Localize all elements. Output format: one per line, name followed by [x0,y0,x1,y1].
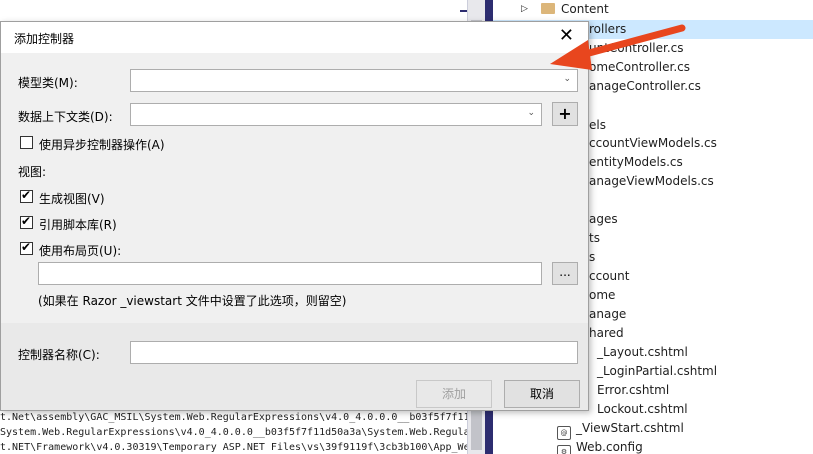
tree-item-file[interactable]: _Layout.cshtml [597,343,688,362]
async-label: 使用异步控制器操作(A) [39,138,165,152]
model-class-combo[interactable]: ⌄ [130,69,578,92]
annotation-arrow-icon [550,24,686,70]
add-data-context-button[interactable]: + [552,102,578,126]
output-line: t.NET\Framework\v4.0.30319\Temporary ASP… [0,442,470,453]
use-layout-checkbox[interactable] [20,240,33,255]
expand-arrow-icon[interactable]: ▷ [521,0,528,19]
output-line: System.Web.RegularExpressions\v4.0_4.0.0… [0,427,470,438]
browse-layout-button[interactable]: ... [552,262,578,285]
controller-name-label: 控制器名称(C): [18,348,100,362]
output-line: t.Net\assembly\GAC_MSIL\System.Web.Regul… [0,412,470,423]
dialog-title: 添加控制器 [14,32,75,46]
tree-item-folder[interactable]: ccount [589,267,629,286]
folder-icon [541,3,555,14]
generate-views-label: 生成视图(V) [39,192,105,206]
layout-hint: (如果在 Razor _viewstart 文件中设置了此选项，则留空) [38,294,347,308]
reference-scripts-label: 引用脚本库(R) [39,218,117,232]
generate-views-checkbox[interactable] [20,188,33,203]
tree-item-folder[interactable]: s [589,248,595,267]
dialog-footer [1,323,588,410]
tree-item-folder[interactable]: ts [589,229,600,248]
add-button[interactable]: 添加 [416,380,492,408]
tree-item-file[interactable]: anageController.cs [589,77,701,96]
reference-scripts-checkbox[interactable] [20,214,33,229]
data-context-combo[interactable]: ⌄ [130,103,542,126]
tree-item-file[interactable]: Error.cshtml [597,381,669,400]
use-layout-label: 使用布局页(U): [39,244,122,258]
tree-item-folder[interactable]: ome [589,286,615,305]
tree-item-file[interactable]: @ _ViewStart.cshtml [557,419,684,440]
tree-item-file[interactable]: _LoginPartial.cshtml [597,362,717,381]
tree-item-file[interactable]: ccountViewModels.cs [589,134,717,153]
tree-item-folder[interactable]: hared [589,324,624,343]
dialog-titlebar[interactable]: 添加控制器 ✕ [1,22,588,53]
tree-item-folder[interactable]: ages [589,210,618,229]
tree-item-content[interactable]: ▷ Content [521,0,609,19]
tree-item-file[interactable]: Lockout.cshtml [597,400,688,419]
tree-item-file[interactable]: ⚙ Web.config [557,438,643,454]
chevron-down-icon[interactable]: ⌄ [527,108,535,118]
model-class-label: 模型类(M): [18,76,78,90]
tree-item-models[interactable]: els [589,116,606,135]
async-checkbox[interactable] [20,136,33,149]
tree-item-file[interactable]: entityModels.cs [589,153,683,172]
layout-path-input[interactable] [38,262,542,285]
tree-item-folder[interactable]: anage [589,305,626,324]
data-context-label: 数据上下文类(D): [18,110,113,124]
tree-item-file[interactable]: anageViewModels.cs [589,172,714,191]
cancel-button[interactable]: 取消 [504,380,580,408]
add-controller-dialog: 添加控制器 ✕ 模型类(M): ⌄ 数据上下文类(D): ⌄ + 使用异步控制器… [0,21,589,411]
controller-name-input[interactable] [130,341,578,364]
view-section-label: 视图: [18,165,47,179]
config-file-icon: ⚙ [557,445,571,454]
